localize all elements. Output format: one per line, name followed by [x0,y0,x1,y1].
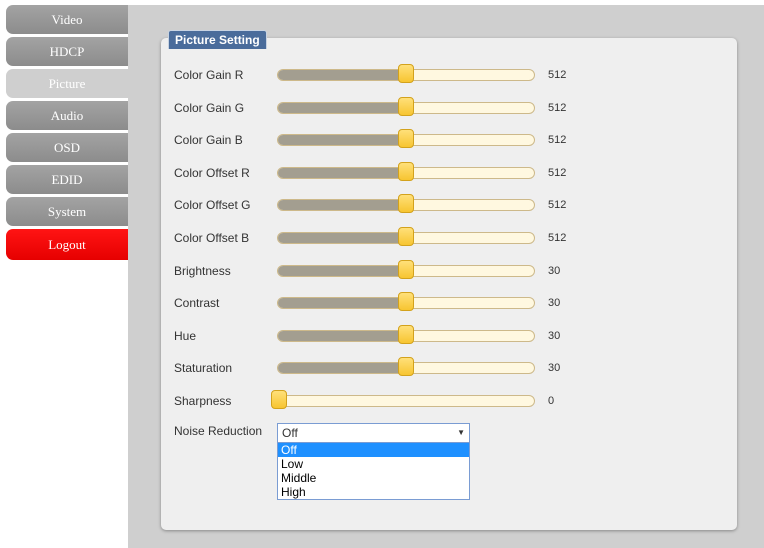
slider-value: 512 [548,102,567,114]
slider-row: Color Offset R 512 [174,162,594,186]
slider-label: Contrast [174,296,220,310]
slider-value: 512 [548,199,567,211]
slider-handle[interactable] [398,97,414,116]
nav-osd[interactable]: OSD [6,133,128,162]
noise-reduction-selected: Off [282,426,298,440]
slider-handle[interactable] [398,162,414,181]
slider-handle[interactable] [398,325,414,344]
slider-row: Contrast 30 [174,292,594,316]
option-middle[interactable]: Middle [278,471,469,485]
slider-value: 30 [548,265,561,277]
slider-row: Color Gain R 512 [174,64,594,88]
slider-label: Color Offset G [174,198,251,212]
option-low[interactable]: Low [278,457,469,471]
slider-row: Hue 30 [174,325,594,349]
slider-label: Color Offset B [174,231,250,245]
slider-handle[interactable] [271,390,287,409]
slider-row: Staturation 30 [174,357,594,381]
slider-label: Hue [174,329,197,343]
slider-fill [278,363,407,373]
slider-value: 512 [548,69,567,81]
slider-row: Color Gain B 512 [174,129,594,153]
slider-handle[interactable] [398,260,414,279]
chevron-down-icon: ▼ [457,428,465,437]
slider-fill [278,298,407,308]
nav-hdcp[interactable]: HDCP [6,37,128,66]
slider-row: Brightness 30 [174,260,594,284]
slider-fill [278,135,407,145]
slider-value: 512 [548,167,567,179]
nav-system[interactable]: System [6,197,128,226]
slider-handle[interactable] [398,64,414,83]
noise-reduction-select[interactable]: Off ▼ [277,423,470,443]
option-high[interactable]: High [278,485,469,499]
slider-fill [278,266,407,276]
slider-fill [278,331,407,341]
nav-audio[interactable]: Audio [6,101,128,130]
nav-logout[interactable]: Logout [6,229,128,260]
slider-label: Color Gain G [174,101,245,115]
slider-handle[interactable] [398,129,414,148]
slider-fill [278,233,407,243]
slider-handle[interactable] [398,357,414,376]
slider-handle[interactable] [398,292,414,311]
slider-value: 0 [548,395,555,407]
slider-track[interactable] [277,395,535,407]
slider-label: Staturation [174,361,233,375]
slider-value: 512 [548,232,567,244]
nav-picture[interactable]: Picture [6,69,128,98]
slider-fill [278,103,407,113]
slider-label: Color Offset R [174,166,250,180]
slider-value: 512 [548,134,567,146]
option-off[interactable]: Off [278,443,469,457]
slider-label: Color Gain B [174,133,243,147]
sidebar-nav: Video HDCP Picture Audio OSD EDID System… [6,5,128,263]
slider-label: Color Gain R [174,68,244,82]
nav-video[interactable]: Video [6,5,128,34]
slider-label: Sharpness [174,394,232,408]
slider-row: Sharpness 0 [174,390,594,414]
slider-handle[interactable] [398,194,414,213]
noise-reduction-label: Noise Reduction [174,424,263,438]
slider-value: 30 [548,362,561,374]
slider-fill [278,200,407,210]
slider-fill [278,168,407,178]
slider-fill [278,70,407,80]
slider-handle[interactable] [398,227,414,246]
slider-row: Color Gain G 512 [174,97,594,121]
nav-edid[interactable]: EDID [6,165,128,194]
noise-reduction-options: Off Low Middle High [277,442,470,500]
slider-value: 30 [548,297,561,309]
slider-row: Color Offset G 512 [174,194,594,218]
slider-value: 30 [548,330,561,342]
slider-label: Brightness [174,264,231,278]
panel-title: Picture Setting [168,30,267,49]
slider-row: Color Offset B 512 [174,227,594,251]
